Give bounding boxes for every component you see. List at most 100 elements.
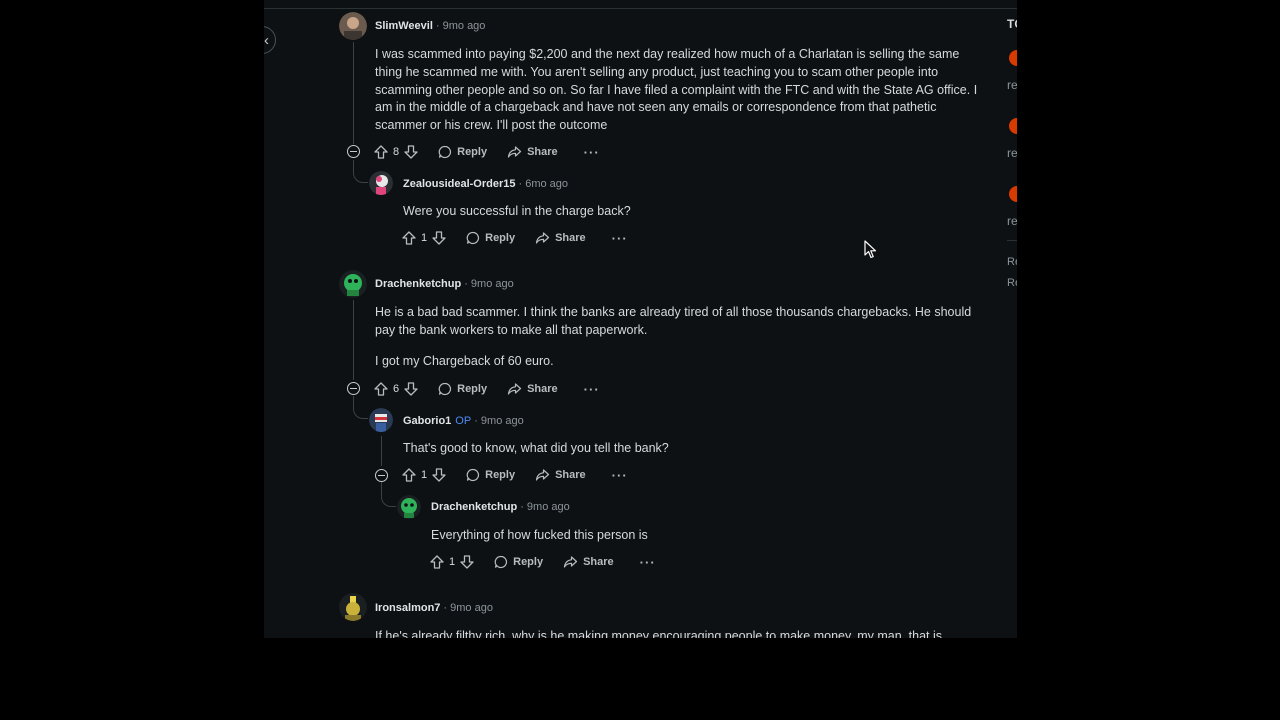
- comment-author[interactable]: Ironsalmon7 · 9mo ago: [375, 602, 493, 614]
- reply-button[interactable]: Reply: [494, 555, 543, 569]
- avatar[interactable]: [369, 171, 393, 195]
- share-icon: [507, 383, 522, 395]
- thread-line: [353, 300, 354, 380]
- avatar[interactable]: [339, 593, 367, 621]
- vote-count: 8: [393, 146, 400, 158]
- back-button[interactable]: ‹: [264, 26, 276, 54]
- more-icon[interactable]: ···: [584, 382, 600, 397]
- upvote-icon[interactable]: [402, 231, 416, 245]
- downvote-icon[interactable]: [460, 555, 474, 569]
- comment-actions: 1 Reply Share ···: [430, 552, 656, 572]
- downvote-icon[interactable]: [432, 231, 446, 245]
- subreddit-icon[interactable]: [1009, 118, 1017, 134]
- comment-body: That's good to know, what did you tell t…: [403, 441, 669, 455]
- thread-elbow: [353, 396, 368, 419]
- thread-elbow: [381, 482, 396, 507]
- sidebar-item-label[interactable]: re: [1007, 78, 1017, 92]
- vote-count: 6: [393, 383, 400, 395]
- comment-actions: 8 Reply Share ···: [374, 142, 600, 162]
- comment-time: · 9mo ago: [464, 278, 514, 290]
- comments-viewport: ‹ SlimWeevil · 9mo ago I was scammed into…: [264, 0, 1017, 638]
- share-label: Share: [527, 383, 558, 395]
- author-name[interactable]: Ironsalmon7: [375, 602, 440, 614]
- reply-button[interactable]: Reply: [438, 382, 487, 396]
- reply-bubble-icon: [438, 382, 452, 396]
- sidebar-link[interactable]: Re: [1007, 277, 1017, 289]
- comment-actions: 6 Reply Share ···: [374, 379, 600, 399]
- reply-button[interactable]: Reply: [466, 231, 515, 245]
- reply-bubble-icon: [438, 145, 452, 159]
- upvote-icon[interactable]: [374, 382, 388, 396]
- share-label: Share: [527, 146, 558, 158]
- op-badge: OP: [455, 415, 472, 427]
- more-icon[interactable]: ···: [612, 468, 628, 483]
- author-name[interactable]: Drachenketchup: [431, 501, 517, 513]
- reply-label: Reply: [457, 146, 488, 158]
- author-name[interactable]: Gaborio1: [403, 415, 451, 427]
- avatar[interactable]: [397, 495, 421, 519]
- share-icon: [563, 556, 578, 568]
- comment-author[interactable]: Zealousideal-Order15 · 6mo ago: [403, 178, 568, 190]
- back-arrow-icon: ‹: [264, 32, 269, 49]
- mouse-cursor-icon: [864, 240, 877, 259]
- comment-author[interactable]: SlimWeevil · 9mo ago: [375, 20, 485, 32]
- comment-body: He is a bad bad scammer. I think the ban…: [375, 305, 972, 337]
- more-icon[interactable]: ···: [640, 555, 656, 570]
- downvote-icon[interactable]: [404, 382, 418, 396]
- vote-count: 1: [421, 469, 428, 481]
- share-icon: [535, 232, 550, 244]
- subreddit-icon[interactable]: [1009, 50, 1017, 66]
- sidebar-item-label[interactable]: re: [1007, 146, 1017, 160]
- upvote-icon[interactable]: [374, 145, 388, 159]
- comment-time: · 9mo ago: [435, 20, 486, 32]
- thread-line: [353, 42, 354, 144]
- more-icon[interactable]: ···: [584, 145, 600, 160]
- collapse-icon[interactable]: [375, 469, 388, 482]
- comment-author[interactable]: Drachenketchup · 9mo ago: [375, 278, 514, 290]
- comment-body: Were you successful in the charge back?: [403, 204, 631, 218]
- comment-body: Everything of how fucked this person is: [431, 528, 648, 542]
- reply-button[interactable]: Reply: [438, 145, 487, 159]
- share-label: Share: [555, 232, 586, 244]
- reply-label: Reply: [485, 469, 516, 481]
- comment-actions: 1 Reply Share ···: [402, 465, 628, 485]
- share-button[interactable]: Share: [535, 468, 586, 482]
- more-icon[interactable]: ···: [612, 231, 628, 246]
- downvote-icon[interactable]: [432, 468, 446, 482]
- sidebar-link[interactable]: Re: [1007, 256, 1017, 268]
- avatar[interactable]: [339, 12, 367, 40]
- reply-button[interactable]: Reply: [466, 468, 515, 482]
- avatar[interactable]: [339, 270, 367, 298]
- comment-time: · 6mo ago: [518, 178, 569, 190]
- comment-author[interactable]: Gaborio1 OP · 9mo ago: [403, 415, 524, 427]
- author-name[interactable]: Zealousideal-Order15: [403, 178, 516, 190]
- sidebar-header: TC: [1007, 17, 1017, 31]
- comment-body: I was scammed into paying $2,200 and the…: [375, 47, 978, 133]
- collapse-icon[interactable]: [347, 382, 360, 395]
- avatar[interactable]: [369, 408, 393, 432]
- upvote-icon[interactable]: [402, 468, 416, 482]
- collapse-icon[interactable]: [347, 145, 360, 158]
- thread-line: [381, 436, 382, 466]
- reply-label: Reply: [513, 556, 544, 568]
- comment-body-paragraph: I got my Chargeback of 60 euro.: [375, 354, 554, 368]
- vote-count: 1: [449, 556, 456, 568]
- share-button[interactable]: Share: [535, 231, 586, 245]
- author-name[interactable]: Drachenketchup: [375, 278, 461, 290]
- reply-label: Reply: [457, 383, 488, 395]
- downvote-icon[interactable]: [404, 145, 418, 159]
- subreddit-icon[interactable]: [1009, 186, 1017, 202]
- share-label: Share: [555, 469, 586, 481]
- comment-author[interactable]: Drachenketchup · 9mo ago: [431, 501, 570, 513]
- share-button[interactable]: Share: [563, 555, 614, 569]
- comment-actions: 1 Reply Share ···: [402, 228, 628, 248]
- thread-elbow: [353, 160, 368, 183]
- share-button[interactable]: Share: [507, 145, 558, 159]
- upvote-icon[interactable]: [430, 555, 444, 569]
- author-name[interactable]: SlimWeevil: [375, 20, 433, 32]
- sidebar-item-label[interactable]: re: [1007, 214, 1017, 228]
- share-icon: [535, 469, 550, 481]
- reply-label: Reply: [485, 232, 516, 244]
- vote-count: 1: [421, 232, 428, 244]
- share-button[interactable]: Share: [507, 382, 558, 396]
